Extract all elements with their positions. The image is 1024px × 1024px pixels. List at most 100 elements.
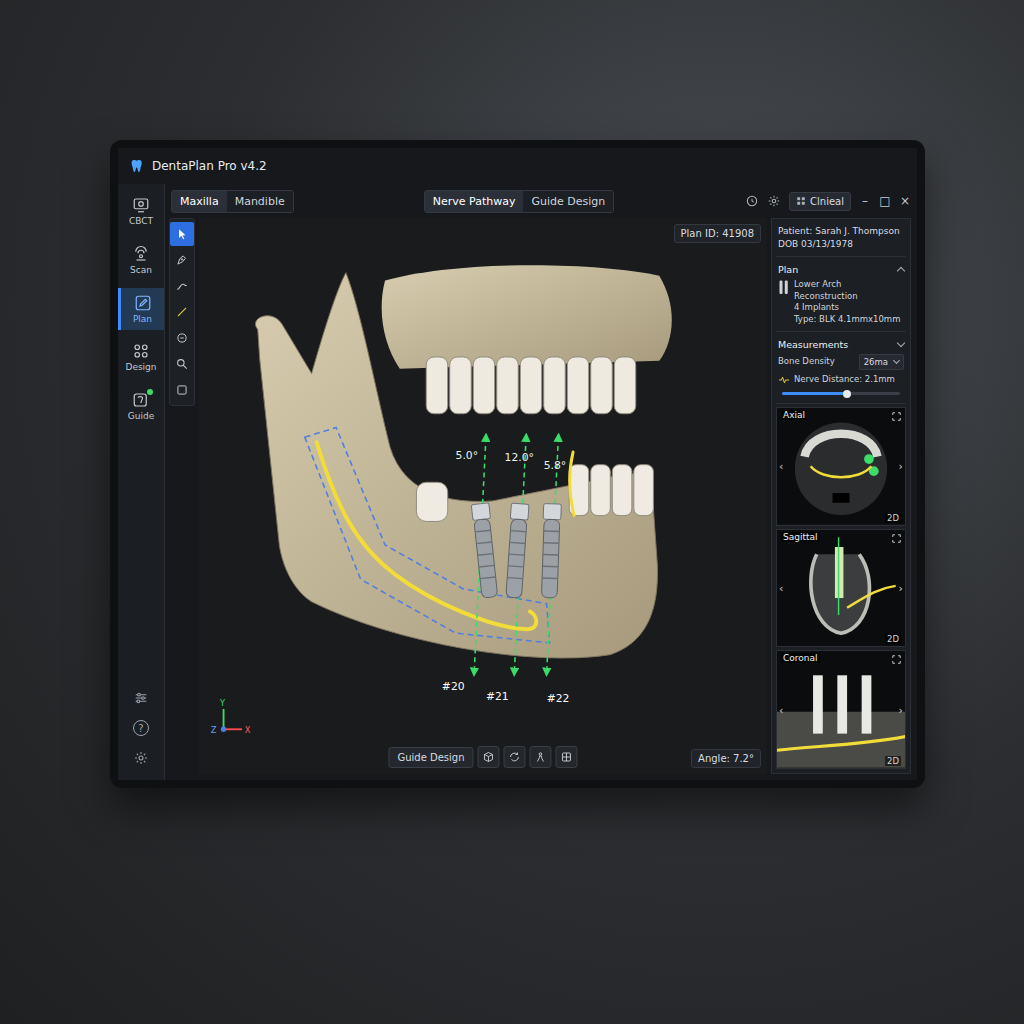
next-slice-button[interactable]: ›: [899, 582, 903, 595]
toolbar-button[interactable]: [478, 746, 500, 768]
expand-icon[interactable]: [892, 412, 901, 421]
sidebar-item[interactable]: Guide: [118, 385, 164, 428]
angle-readout: Angle: 7.2°: [691, 749, 761, 768]
jaw-model[interactable]: 5.0°#2012.0°#215.8°#22: [199, 218, 767, 774]
sidebar: CBCT Scan Plan Design Guide?: [118, 184, 165, 780]
tool-button[interactable]: [170, 248, 194, 272]
measure-icon: [175, 305, 189, 319]
help-icon[interactable]: ?: [133, 720, 149, 736]
nerve-pathway-right: [569, 452, 574, 516]
implant[interactable]: 12.0°#21: [486, 437, 534, 702]
sidebar-item[interactable]: Design: [118, 336, 164, 379]
implant-angle: 12.0°: [505, 451, 534, 464]
view-mode-label: 2D: [885, 756, 901, 766]
rotate-icon: [509, 751, 521, 763]
prev-slice-button[interactable]: ‹: [779, 703, 783, 716]
nav-icon: [134, 294, 152, 312]
window-control[interactable]: –: [859, 194, 871, 208]
next-slice-button[interactable]: ›: [899, 460, 903, 473]
toolbar-button[interactable]: [556, 746, 578, 768]
select-icon: [175, 227, 189, 241]
view-mode-label: 2D: [885, 634, 901, 644]
implant[interactable]: 5.0°#20: [442, 437, 499, 693]
svg-text:Y: Y: [219, 698, 226, 708]
person-icon: [535, 751, 547, 763]
toolbar-button[interactable]: [530, 746, 552, 768]
upper-tooth: [520, 357, 542, 414]
ct-slice: [777, 651, 905, 768]
nerve-icon: [778, 374, 790, 386]
page: DentaPlan Pro v4.2 CBCT Scan Plan Design Guid…: [0, 0, 1024, 1024]
tool-button[interactable]: [170, 222, 194, 246]
guide-design-button[interactable]: Guide Design: [388, 747, 473, 768]
slice-view[interactable]: Coronal‹›2D: [776, 650, 906, 769]
tool-button[interactable]: [170, 326, 194, 350]
nerve-pathway: [317, 442, 537, 629]
axis-gizmo-icon: YZX: [207, 698, 253, 744]
title-bar: DentaPlan Pro v4.2: [118, 148, 917, 184]
sliders-icon[interactable]: [133, 690, 149, 706]
svg-text:X: X: [245, 725, 251, 735]
implant[interactable]: 5.8°#22: [540, 437, 569, 704]
tool-palette: [169, 218, 195, 406]
expand-icon[interactable]: [892, 655, 901, 664]
arch-tab[interactable]: Maxilla: [172, 191, 227, 212]
upper-tooth: [473, 357, 495, 414]
pen-icon: [175, 253, 189, 267]
window-control[interactable]: ×: [899, 194, 911, 208]
prev-slice-button[interactable]: ‹: [779, 460, 783, 473]
collapse-icon[interactable]: [897, 267, 905, 275]
nerve-region-outline: [305, 427, 550, 642]
tool-button[interactable]: [170, 300, 194, 324]
sidebar-item[interactable]: CBCT: [118, 190, 164, 233]
settings-gear-icon[interactable]: [767, 194, 781, 208]
tool-button[interactable]: [170, 274, 194, 298]
tool-button[interactable]: [170, 378, 194, 402]
view-tab[interactable]: Nerve Pathway: [425, 191, 524, 212]
implant-icon: [778, 279, 790, 297]
lower-tooth: [634, 465, 654, 516]
clock-icon[interactable]: [745, 194, 759, 208]
window-title: DentaPlan Pro v4.2: [152, 159, 267, 173]
nerve-distance-slider[interactable]: [782, 392, 900, 395]
sidebar-item[interactable]: Plan: [118, 288, 164, 331]
grid-icon: [796, 196, 806, 206]
slider-knob[interactable]: [843, 390, 851, 398]
window-control[interactable]: □: [879, 194, 891, 208]
implant-tooth-label: #20: [442, 680, 465, 693]
sidebar-item[interactable]: Scan: [118, 239, 164, 282]
zoom-icon: [175, 357, 189, 371]
cube-icon: [483, 751, 495, 763]
slice-view[interactable]: Axial‹›2D: [776, 407, 906, 526]
upper-tooth: [497, 357, 519, 414]
next-slice-button[interactable]: ›: [899, 703, 903, 716]
angle-icon: [175, 331, 189, 345]
upper-tooth: [544, 357, 566, 414]
upper-tooth: [591, 357, 613, 414]
3d-viewport[interactable]: 5.0°#2012.0°#215.8°#22Plan ID: 41908YZXG…: [199, 218, 767, 774]
prev-slice-button[interactable]: ‹: [779, 582, 783, 595]
viewport-toolbar: Guide Design: [388, 746, 577, 768]
mode-button[interactable]: Clnieal: [789, 192, 851, 211]
nav-icon: [132, 245, 150, 263]
expand-chevron-icon[interactable]: [897, 339, 905, 347]
lower-tooth: [591, 465, 611, 516]
box-icon: [175, 383, 189, 397]
expand-icon[interactable]: [892, 534, 901, 543]
upper-tooth: [450, 357, 472, 414]
arch-tab[interactable]: Mandible: [227, 191, 293, 212]
plan-line: 4 Implants: [794, 302, 904, 313]
upper-tooth: [426, 357, 448, 414]
draw-icon: [175, 279, 189, 293]
monitor: DentaPlan Pro v4.2 CBCT Scan Plan Design Guid…: [110, 140, 925, 788]
slice-view[interactable]: Sagittal‹›2D: [776, 529, 906, 648]
upper-tooth: [567, 357, 589, 414]
plan-section: PlanLower Arch Reconstruction4 ImplantsT…: [776, 260, 906, 332]
toolbar-button[interactable]: [504, 746, 526, 768]
view-tab[interactable]: Guide Design: [523, 191, 613, 212]
bone-density-select[interactable]: 26ma: [859, 354, 904, 370]
nav-icon: [132, 196, 150, 214]
tool-button[interactable]: [170, 352, 194, 376]
gear-icon[interactable]: [133, 750, 149, 766]
nav-icon: [132, 342, 150, 360]
